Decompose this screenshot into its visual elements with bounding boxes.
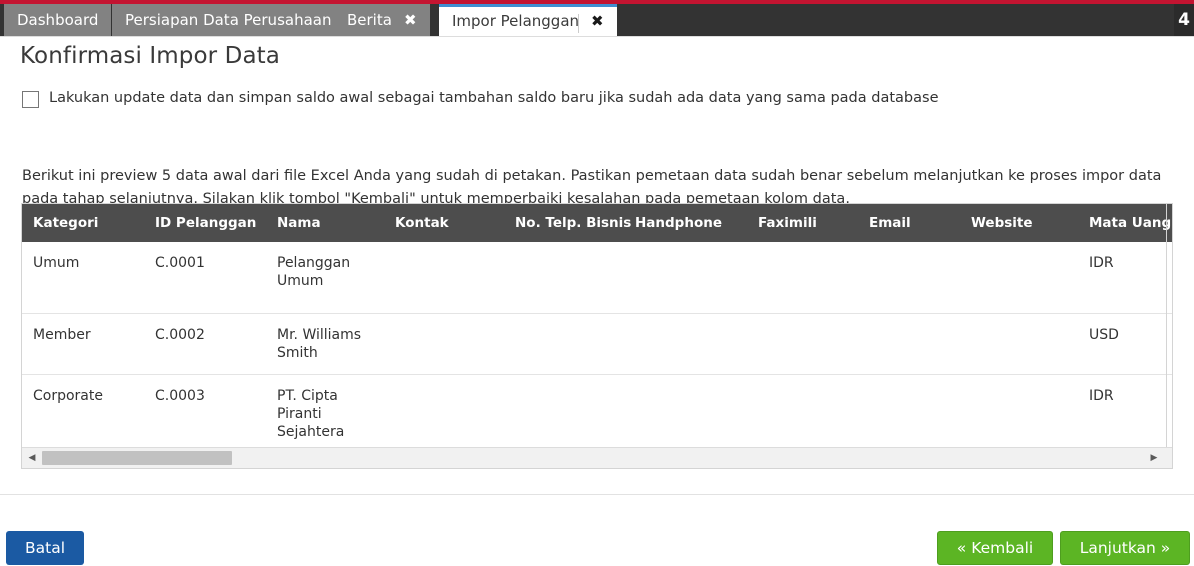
close-icon[interactable]: ✖	[404, 12, 417, 28]
cancel-button[interactable]: Batal	[6, 531, 84, 565]
tab-dashboard-label: Dashboard	[17, 10, 99, 29]
cell-nama: PT. Cipta Piranti Sejahtera	[266, 374, 384, 447]
tab-persiapan-label: Persiapan Data Perusahaan	[125, 10, 332, 29]
cell-mata-uang: IDR	[1078, 374, 1172, 447]
cell-website	[960, 313, 1078, 375]
column-header-id-pelanggan[interactable]: ID Pelanggan	[144, 204, 266, 242]
cell-kategori: Corporate	[22, 374, 144, 447]
column-header-nama[interactable]: Nama	[266, 204, 384, 242]
update-data-label: Lakukan update data dan simpan saldo awa…	[49, 90, 939, 106]
cell-kategori: Umum	[22, 242, 144, 314]
close-icon[interactable]: ✖	[591, 14, 604, 29]
cell-handphone	[624, 374, 747, 447]
cell-id-pelanggan: C.0001	[144, 242, 266, 314]
tab-berita[interactable]: Berita ✖	[334, 4, 432, 36]
preview-table: Kategori ID Pelanggan Nama Kontak No. Te…	[22, 204, 1172, 447]
page-content: Konfirmasi Impor Data Lakukan update dat…	[0, 36, 1194, 530]
cell-mata-uang: IDR	[1078, 242, 1172, 314]
cell-nama: Mr. Williams Smith	[266, 313, 384, 375]
cell-nama: Pelanggan Umum	[266, 242, 384, 314]
column-header-telp-bisnis[interactable]: No. Telp. Bisnis	[504, 204, 631, 242]
cell-website	[960, 374, 1078, 447]
tab-berita-label: Berita	[347, 10, 392, 29]
cell-kontak	[384, 313, 504, 375]
preview-table-panel: Kategori ID Pelanggan Nama Kontak No. Te…	[21, 203, 1173, 469]
cell-id-pelanggan: C.0003	[144, 374, 266, 447]
cell-email	[858, 313, 960, 375]
footer-actions: Batal « Kembali Lanjutkan »	[0, 495, 1194, 566]
cell-email	[858, 242, 960, 314]
update-option-row[interactable]: Lakukan update data dan simpan saldo awa…	[22, 89, 938, 108]
cell-handphone	[624, 313, 747, 375]
column-header-kategori[interactable]: Kategori	[22, 204, 144, 242]
column-header-faximili[interactable]: Faximili	[747, 204, 858, 242]
preview-table-scroll-viewport: Kategori ID Pelanggan Nama Kontak No. Te…	[22, 204, 1172, 447]
continue-button[interactable]: Lanjutkan »	[1060, 531, 1190, 565]
cell-mata-uang: USD	[1078, 313, 1172, 375]
tab-dashboard[interactable]: Dashboard	[4, 4, 114, 36]
cell-kontak	[384, 374, 504, 447]
tab-separator	[577, 14, 579, 33]
cell-email	[858, 374, 960, 447]
back-button[interactable]: « Kembali	[937, 531, 1053, 565]
cell-faximili	[747, 313, 858, 375]
cell-handphone	[624, 242, 747, 314]
cell-website	[960, 242, 1078, 314]
cell-telp-bisnis	[504, 374, 624, 447]
preview-table-horizontal-scrollbar[interactable]: ◀ ▶	[22, 447, 1172, 468]
cell-id-pelanggan: C.0002	[144, 313, 266, 375]
scrollbar-thumb[interactable]	[42, 451, 232, 465]
cell-faximili	[747, 374, 858, 447]
cell-telp-bisnis	[504, 313, 624, 375]
preview-table-header-row: Kategori ID Pelanggan Nama Kontak No. Te…	[22, 204, 1172, 242]
column-header-website[interactable]: Website	[960, 204, 1078, 242]
tab-impor-pelanggan-label: Impor Pelanggan	[452, 12, 580, 30]
column-header-email[interactable]: Email	[858, 204, 960, 242]
tab-overflow-counter[interactable]: 4	[1174, 4, 1194, 36]
browser-tab-strip: Dashboard Persiapan Data Perusahaan Beri…	[0, 0, 1194, 36]
table-row: Member C.0002 Mr. Williams Smith USD	[22, 313, 1172, 375]
cell-faximili	[747, 242, 858, 314]
table-row: Umum C.0001 Pelanggan Umum IDR	[22, 242, 1172, 314]
column-header-handphone[interactable]: Handphone	[624, 204, 747, 242]
column-header-mata-uang[interactable]: Mata Uang	[1078, 204, 1172, 242]
page-title: Konfirmasi Impor Data	[20, 43, 280, 69]
tab-persiapan-data-perusahaan[interactable]: Persiapan Data Perusahaan	[112, 4, 347, 36]
scroll-left-arrow-icon[interactable]: ◀	[24, 448, 40, 468]
column-header-kontak[interactable]: Kontak	[384, 204, 504, 242]
table-row: Corporate C.0003 PT. Cipta Piranti Sejah…	[22, 374, 1172, 447]
scroll-right-arrow-icon[interactable]: ▶	[1146, 448, 1162, 468]
tab-impor-pelanggan[interactable]: Impor Pelanggan ✖	[439, 4, 617, 36]
table-viewport-right-rule	[1166, 204, 1167, 447]
cell-telp-bisnis	[504, 242, 624, 314]
cell-kategori: Member	[22, 313, 144, 375]
update-data-checkbox[interactable]	[22, 91, 39, 108]
cell-kontak	[384, 242, 504, 314]
